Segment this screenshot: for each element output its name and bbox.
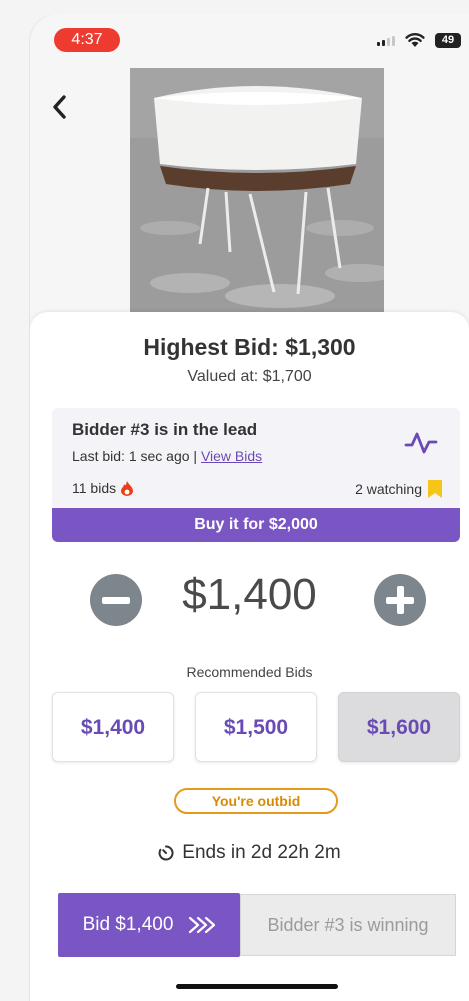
valued-at: Valued at: $1,700 xyxy=(187,368,312,385)
signal-icon xyxy=(377,36,395,46)
outbid-badge: You're outbid xyxy=(174,788,338,814)
watching-count: 2 watching xyxy=(355,480,442,498)
bids-count-text: 11 bids xyxy=(72,480,117,496)
recommended-bid-1[interactable]: $1,400 xyxy=(52,692,174,762)
home-indicator[interactable] xyxy=(176,984,338,989)
product-image xyxy=(130,68,384,312)
lead-status: Bidder #3 is in the lead xyxy=(72,420,258,439)
view-bids-link[interactable]: View Bids xyxy=(201,448,262,464)
last-bid-info: Last bid: 1 sec ago | View Bids xyxy=(72,448,262,464)
auction-sheet: Highest Bid: $1,300 Valued at: $1,700 Bi… xyxy=(30,312,469,1001)
auction-countdown: Ends in 2d 22h 2m xyxy=(30,842,469,864)
phone-screen: 4:37 49 Highest Bid: $1,300 Valued at: $… xyxy=(30,14,469,1001)
buy-now-button[interactable]: Buy it for $2,000 xyxy=(52,508,460,542)
recommended-bids-label: Recommended Bids xyxy=(186,664,313,680)
double-chevron-right-icon xyxy=(189,916,216,934)
status-bar: 4:37 49 xyxy=(30,14,469,60)
chevron-left-icon xyxy=(53,95,66,119)
winning-status: Bidder #3 is winning xyxy=(240,894,456,956)
watching-text: 2 watching xyxy=(355,481,422,497)
battery-indicator: 49 xyxy=(435,33,461,48)
activity-icon[interactable] xyxy=(404,430,438,456)
timer-icon xyxy=(158,845,174,861)
place-bid-label: Bid $1,400 xyxy=(82,914,174,935)
increase-bid-button[interactable] xyxy=(374,574,426,626)
recommended-bid-3[interactable]: $1,600 xyxy=(338,692,460,762)
status-time: 4:37 xyxy=(54,28,120,52)
highest-bid: Highest Bid: $1,300 xyxy=(143,334,356,360)
bids-count: 11 bids xyxy=(72,480,134,496)
bassinet-image xyxy=(130,68,384,312)
lead-card: Bidder #3 is in the lead Last bid: 1 sec… xyxy=(52,408,460,542)
bid-stepper: $1,400 xyxy=(30,568,469,628)
back-button[interactable] xyxy=(48,92,72,122)
ends-text: Ends in 2d 22h 2m xyxy=(182,842,341,863)
last-bid-text: Last bid: 1 sec ago | xyxy=(72,448,201,464)
recommended-bid-2[interactable]: $1,500 xyxy=(195,692,317,762)
wifi-icon xyxy=(405,33,425,47)
fire-icon xyxy=(121,480,134,496)
bookmark-icon[interactable] xyxy=(428,480,442,498)
place-bid-button[interactable]: Bid $1,400 xyxy=(58,893,240,957)
